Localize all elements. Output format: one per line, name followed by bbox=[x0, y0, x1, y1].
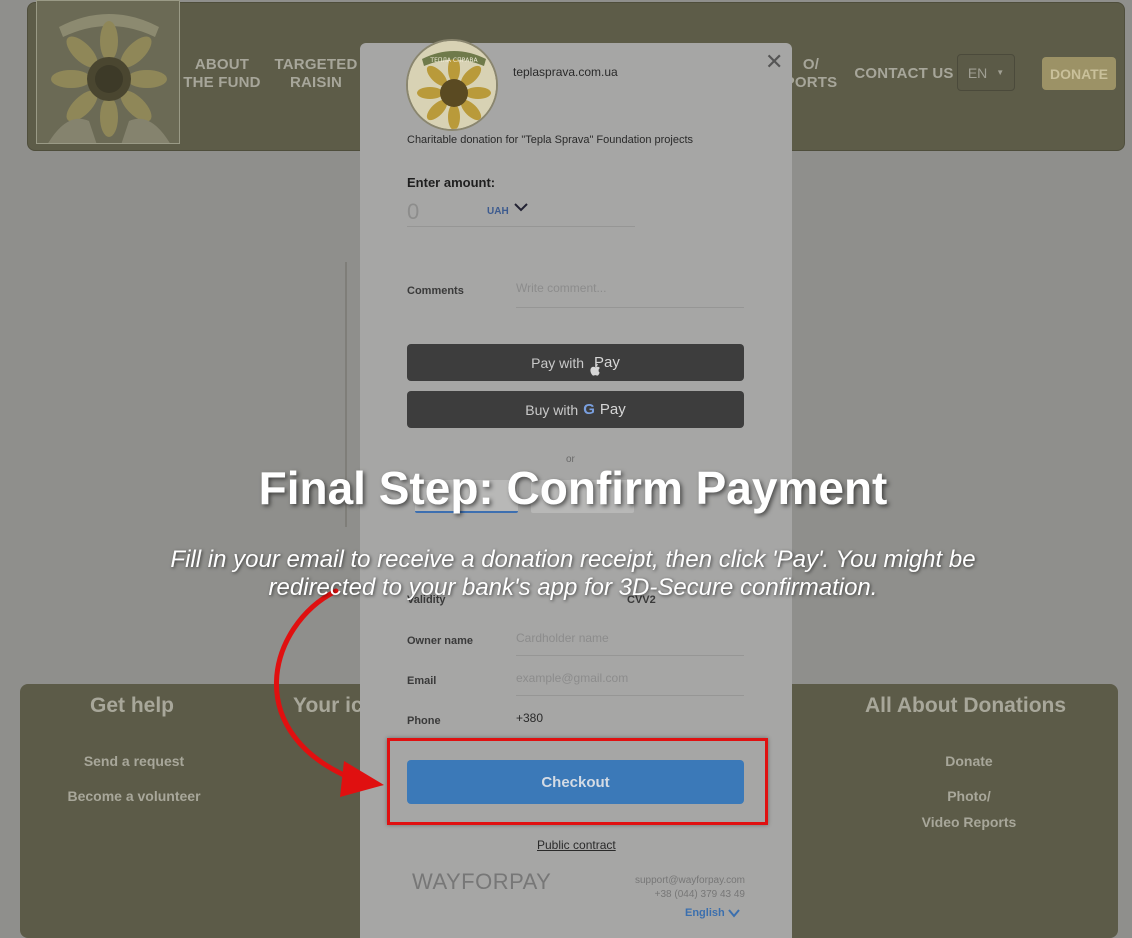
wayforpay-logo: WAYFORPAY bbox=[412, 869, 552, 894]
apple-pay-prefix: Pay with bbox=[531, 354, 585, 371]
chevron-down-icon[interactable] bbox=[727, 906, 741, 920]
site-logo[interactable] bbox=[36, 0, 180, 144]
email-input[interactable]: example@gmail.com bbox=[516, 671, 744, 696]
amount-input[interactable]: 0 bbox=[407, 199, 419, 225]
curved-arrow-icon bbox=[274, 588, 384, 797]
footer-link-photo-video[interactable]: Photo/ Video Reports bbox=[900, 783, 1038, 835]
footer-link-send-request[interactable]: Send a request bbox=[20, 748, 248, 774]
nav-label: TARGETED RAISIN bbox=[274, 56, 358, 91]
public-contract-link[interactable]: Public contract bbox=[537, 838, 616, 852]
footer-link-become-volunteer[interactable]: Become a volunteer bbox=[20, 783, 248, 809]
amount-underline bbox=[407, 226, 635, 227]
footer-link-donate[interactable]: Donate bbox=[900, 748, 1038, 774]
nav-about-the-fund[interactable]: ABOUT THE FUND bbox=[183, 56, 261, 92]
support-phone[interactable]: +38 (044) 379 43 49 bbox=[633, 889, 745, 900]
nav-contact-us[interactable]: CONTACT US bbox=[853, 65, 955, 83]
google-g-icon: G bbox=[583, 401, 595, 418]
apple-pay-button[interactable]: Pay with Pay bbox=[407, 344, 744, 381]
comments-input[interactable]: Write comment... bbox=[516, 281, 744, 308]
google-pay-button[interactable]: Buy with G Pay bbox=[407, 391, 744, 428]
checkout-highlight-box bbox=[387, 738, 768, 825]
header-donate-button[interactable]: DONATE bbox=[1042, 57, 1116, 90]
currency-select[interactable]: UAH bbox=[487, 206, 509, 217]
owner-name-label: Owner name bbox=[407, 635, 474, 647]
donation-purpose: Charitable donation for "Tepla Sprava" F… bbox=[407, 134, 694, 146]
email-label: Email bbox=[407, 675, 437, 687]
amount-label: Enter amount: bbox=[407, 175, 496, 190]
close-icon[interactable]: ✕ bbox=[765, 51, 783, 73]
overlay-instructions: Fill in your email to receive a donation… bbox=[170, 546, 976, 601]
google-pay-suffix: Pay bbox=[599, 401, 626, 418]
comments-label: Comments bbox=[407, 285, 464, 297]
nav-label: O/ PORTS bbox=[784, 56, 838, 91]
logo-text: ТЕПЛА СПРАВА bbox=[429, 57, 478, 64]
donate-label: DONATE bbox=[1049, 65, 1109, 82]
nav-label: CONTACT US bbox=[854, 65, 954, 82]
nav-targeted-raising[interactable]: TARGETED RAISIN bbox=[270, 56, 362, 92]
footer-language-select[interactable]: English bbox=[685, 907, 725, 919]
caret-down-icon: ▼ bbox=[996, 68, 1005, 77]
phone-label: Phone bbox=[407, 715, 441, 727]
footer-donations-title: All About Donations bbox=[865, 694, 1067, 717]
nav-label: ABOUT THE FUND bbox=[183, 56, 261, 91]
phone-input[interactable]: +380 bbox=[516, 711, 744, 736]
language-select[interactable]: EN ▼ bbox=[957, 54, 1015, 91]
sunflower-icon: ТЕПЛА СПРАВА bbox=[408, 41, 496, 129]
chevron-down-icon[interactable] bbox=[513, 199, 529, 215]
language-value: EN bbox=[967, 64, 988, 81]
owner-name-input[interactable]: Cardholder name bbox=[516, 631, 744, 656]
merchant-logo: ТЕПЛА СПРАВА bbox=[406, 39, 498, 131]
support-email[interactable]: support@wayforpay.com bbox=[633, 875, 745, 886]
google-pay-prefix: Buy with bbox=[525, 401, 579, 418]
merchant-name: teplasprava.com.ua bbox=[513, 65, 618, 79]
overlay-title: Final Step: Confirm Payment bbox=[258, 462, 888, 514]
sunflower-logo-icon bbox=[37, 1, 179, 143]
footer-get-help-title: Get help bbox=[90, 694, 175, 717]
